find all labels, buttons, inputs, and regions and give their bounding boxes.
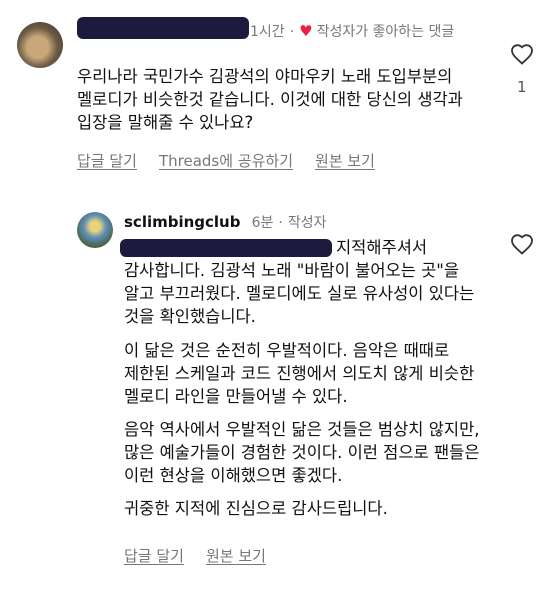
heart-outline-icon[interactable] (510, 233, 534, 255)
view-original-button[interactable]: 원본 보기 (315, 152, 375, 170)
reply-actions: 답글 달기 원본 보기 (124, 545, 288, 566)
author-role: 작성자 (287, 215, 327, 231)
username[interactable]: sclimbingclub (124, 213, 240, 231)
redacted-username (77, 17, 249, 39)
comment-meta: 1시간 · ♥ 작성자가 좋아하는 댓글 (250, 22, 455, 40)
heart-icon: ♥ (299, 22, 313, 40)
comment-actions: 답글 달기 Threads에 공유하기 원본 보기 (77, 150, 397, 171)
reply-paragraph: 귀중한 지적에 진심으로 감사드립니다. (124, 499, 388, 518)
like-count: 1 (517, 78, 527, 96)
reply-paragraph: 이 닮은 것은 순전히 우발적이다. 음악은 때때로 제한된 스케일과 코드 진… (124, 341, 475, 406)
reply-paragraph: 음악 역사에서 우발적인 닮은 것들은 범상치 않지만, 많은 예술가들이 경험… (124, 420, 480, 485)
comment-time: 1시간 (250, 24, 285, 40)
share-threads-button[interactable]: Threads에 공유하기 (159, 152, 293, 170)
reply-text: 이 닮은 것은 순전히 우발적이다. 음악은 때때로 제한된 스케일과 코드 진… (124, 339, 484, 530)
reply-time: 6분 (251, 215, 274, 231)
heart-outline-icon[interactable] (510, 43, 534, 65)
comment-text: 우리나라 국민가수 김광석의 야마우키 노래 도입부분의 멜로디가 비슷한것 같… (77, 67, 463, 132)
avatar[interactable] (77, 212, 113, 248)
reply-text: 지적해주셔서 감사합니다. 김광석 노래 "바람이 불어오는 곳"을 알고 부끄… (124, 236, 484, 338)
view-original-button[interactable]: 원본 보기 (206, 547, 266, 565)
avatar[interactable] (17, 22, 63, 68)
reply-header: sclimbingclub 6분 · 작성자 (124, 213, 327, 231)
reply-paragraph: 지적해주셔서 감사합니다. 김광석 노래 "바람이 불어오는 곳"을 알고 부끄… (124, 238, 475, 326)
reply-button[interactable]: 답글 달기 (124, 547, 184, 565)
reply-button[interactable]: 답글 달기 (77, 152, 137, 170)
liked-by-author-badge: 작성자가 좋아하는 댓글 (316, 24, 455, 40)
